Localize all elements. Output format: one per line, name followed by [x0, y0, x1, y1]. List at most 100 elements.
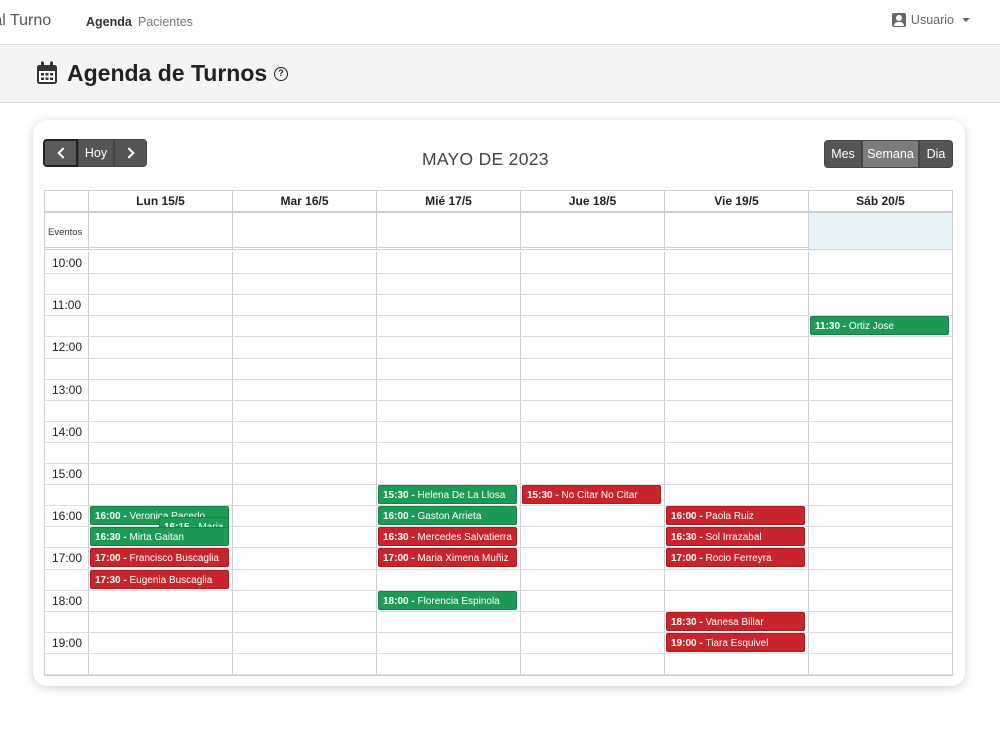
time-label: 17:00 — [52, 551, 83, 566]
event-time: 16:00 - — [671, 511, 706, 523]
event-patient: Ortiz Jose — [848, 321, 894, 333]
event-time: 11:30 - — [815, 321, 849, 333]
slot-line — [45, 357, 952, 359]
slot-line — [45, 378, 952, 380]
day-header: Vie 19/5 — [664, 191, 808, 212]
event-time: 18:00 - — [383, 595, 418, 607]
all-day-label: Eventos — [48, 227, 83, 238]
calendar-event[interactable]: 18:00 - Florencia Espinola — [378, 590, 517, 610]
calendar-event[interactable]: 15:30 - Helena De La Llosa — [378, 485, 517, 505]
calendar-card: Hoy MAYO DE 2023 Mes Semana Dia Lun 15/5… — [33, 120, 965, 686]
next-button[interactable] — [114, 139, 147, 167]
event-time: 17:30 - — [95, 574, 130, 586]
event-patient: No Citar No Citar — [561, 490, 638, 502]
day-header: Sáb 20/5 — [808, 191, 952, 212]
week-grid: Lun 15/5 Mar 16/5 Mié 17/5 Jue 18/5 Vie 19/5… — [44, 190, 953, 676]
calendar-event[interactable]: 16:00 - Gaston Arrieta — [378, 506, 517, 526]
view-week-button[interactable]: Semana — [862, 140, 919, 168]
event-time: 16:00 - — [95, 511, 130, 523]
time-label: 11:00 — [52, 298, 82, 313]
event-patient: Vanesa Billar — [705, 616, 764, 628]
page-title: Agenda de Turnos — [67, 60, 268, 86]
calendar-event[interactable]: 11:30 - Ortiz Jose — [810, 316, 949, 336]
calendar-title: MAYO DE 2023 — [422, 149, 549, 169]
event-time: 16:30 - — [95, 532, 130, 544]
event-patient: Florencia Espinola — [417, 595, 500, 607]
slot-line — [45, 273, 952, 275]
event-time: 15:30 - — [383, 490, 418, 502]
user-menu-label: Usuario — [910, 13, 954, 27]
event-patient: Tiara Esquivel — [705, 637, 769, 649]
all-day-cell[interactable] — [232, 213, 376, 249]
nav-link-pacientes[interactable]: Pacientes — [138, 15, 193, 29]
today-button[interactable]: Hoy — [78, 139, 114, 167]
event-time: 18:30 - — [671, 616, 706, 628]
day-header: Mar 16/5 — [232, 191, 376, 212]
app-brand[interactable]: ntal Turno — [0, 12, 51, 30]
event-patient: Eugenia Buscaglia — [129, 574, 213, 586]
event-time: 17:00 - — [95, 553, 130, 565]
event-time: 19:00 - — [671, 637, 706, 649]
event-patient: Paola Ruiz — [705, 511, 754, 523]
event-patient: Rocio Ferreyra — [705, 553, 772, 565]
time-label: 16:00 — [52, 509, 83, 524]
time-label: 18:00 — [52, 593, 83, 608]
all-day-row: Eventos — [45, 212, 952, 250]
all-day-cell[interactable] — [88, 213, 232, 249]
event-patient: Maria Ximena Muñiz — [417, 553, 509, 565]
event-patient: Gaston Arrieta — [417, 511, 482, 523]
nav-button-group: Hoy — [43, 139, 147, 167]
slot-line — [45, 463, 952, 464]
calendar-event[interactable]: 15:30 - No Citar No Citar — [522, 485, 661, 505]
slot-line — [45, 610, 952, 612]
slot-line — [45, 294, 952, 296]
calendar-event[interactable]: 16:30 - Sol Irrazabal — [666, 527, 805, 547]
view-day-button[interactable]: Dia — [919, 140, 953, 168]
nav-link-agenda[interactable]: Agenda — [86, 15, 132, 29]
event-time: 16:30 - — [671, 532, 706, 544]
slot-line — [45, 631, 952, 633]
caret-down-icon — [962, 18, 970, 22]
navbar: ntal Turno Agenda Pacientes Usuario — [0, 0, 1000, 45]
calendar-event[interactable]: 16:30 - Mirta Gaitan — [90, 527, 229, 547]
time-label: 10:00 — [52, 256, 83, 270]
view-button-group: Mes Semana Dia — [824, 140, 953, 168]
event-patient: Helena De La Llosa — [417, 490, 506, 502]
time-label: 15:00 — [52, 467, 83, 481]
all-day-cell[interactable] — [664, 213, 808, 249]
event-time: 17:00 - — [383, 553, 418, 565]
all-day-cell[interactable] — [376, 213, 520, 249]
chevron-left-icon — [56, 147, 69, 159]
time-label: 19:00 — [52, 635, 83, 650]
day-header: Mié 17/5 — [376, 191, 520, 212]
calendar-event[interactable]: 17:00 - Maria Ximena Muñiz — [378, 548, 517, 568]
all-day-cell[interactable] — [808, 213, 952, 249]
event-time: 16:00 - — [383, 511, 418, 523]
calendar-event[interactable]: 19:00 - Tiara Esquivel — [666, 632, 805, 652]
event-time: 15:30 - — [527, 490, 562, 502]
calendar-event[interactable]: 17:00 - Rocio Ferreyra — [666, 548, 805, 568]
slot-line — [45, 652, 952, 654]
calendar-event[interactable]: 18:30 - Vanesa Billar — [666, 611, 805, 631]
calendar-event[interactable]: 16:00 - Paola Ruiz — [666, 506, 805, 526]
all-day-cell[interactable] — [520, 213, 664, 249]
user-icon — [891, 13, 906, 27]
calendar-event[interactable]: 17:00 - Francisco Buscaglia — [90, 548, 229, 568]
day-header: Lun 15/5 — [88, 191, 232, 212]
time-label: 13:00 — [52, 382, 83, 397]
day-header-row: Lun 15/5 Mar 16/5 Mié 17/5 Jue 18/5 Vie 19/5… — [45, 191, 952, 212]
calendar-event[interactable]: 17:30 - Eugenia Buscaglia — [90, 569, 229, 589]
chevron-right-icon — [122, 147, 135, 159]
page-header: Agenda de Turnos ? — [0, 46, 1000, 103]
calendar-icon — [37, 61, 57, 84]
slot-line — [45, 420, 952, 422]
slot-line — [45, 336, 952, 338]
user-menu[interactable]: Usuario — [891, 13, 970, 27]
event-patient: Sol Irrazabal — [705, 532, 762, 544]
prev-button[interactable] — [43, 139, 78, 167]
time-label: 12:00 — [52, 340, 83, 355]
help-icon[interactable]: ? — [274, 67, 288, 81]
calendar-event[interactable]: 16:30 - Mercedes Salvatierra — [378, 527, 517, 547]
view-month-button[interactable]: Mes — [824, 140, 862, 168]
slot-line — [45, 399, 952, 401]
